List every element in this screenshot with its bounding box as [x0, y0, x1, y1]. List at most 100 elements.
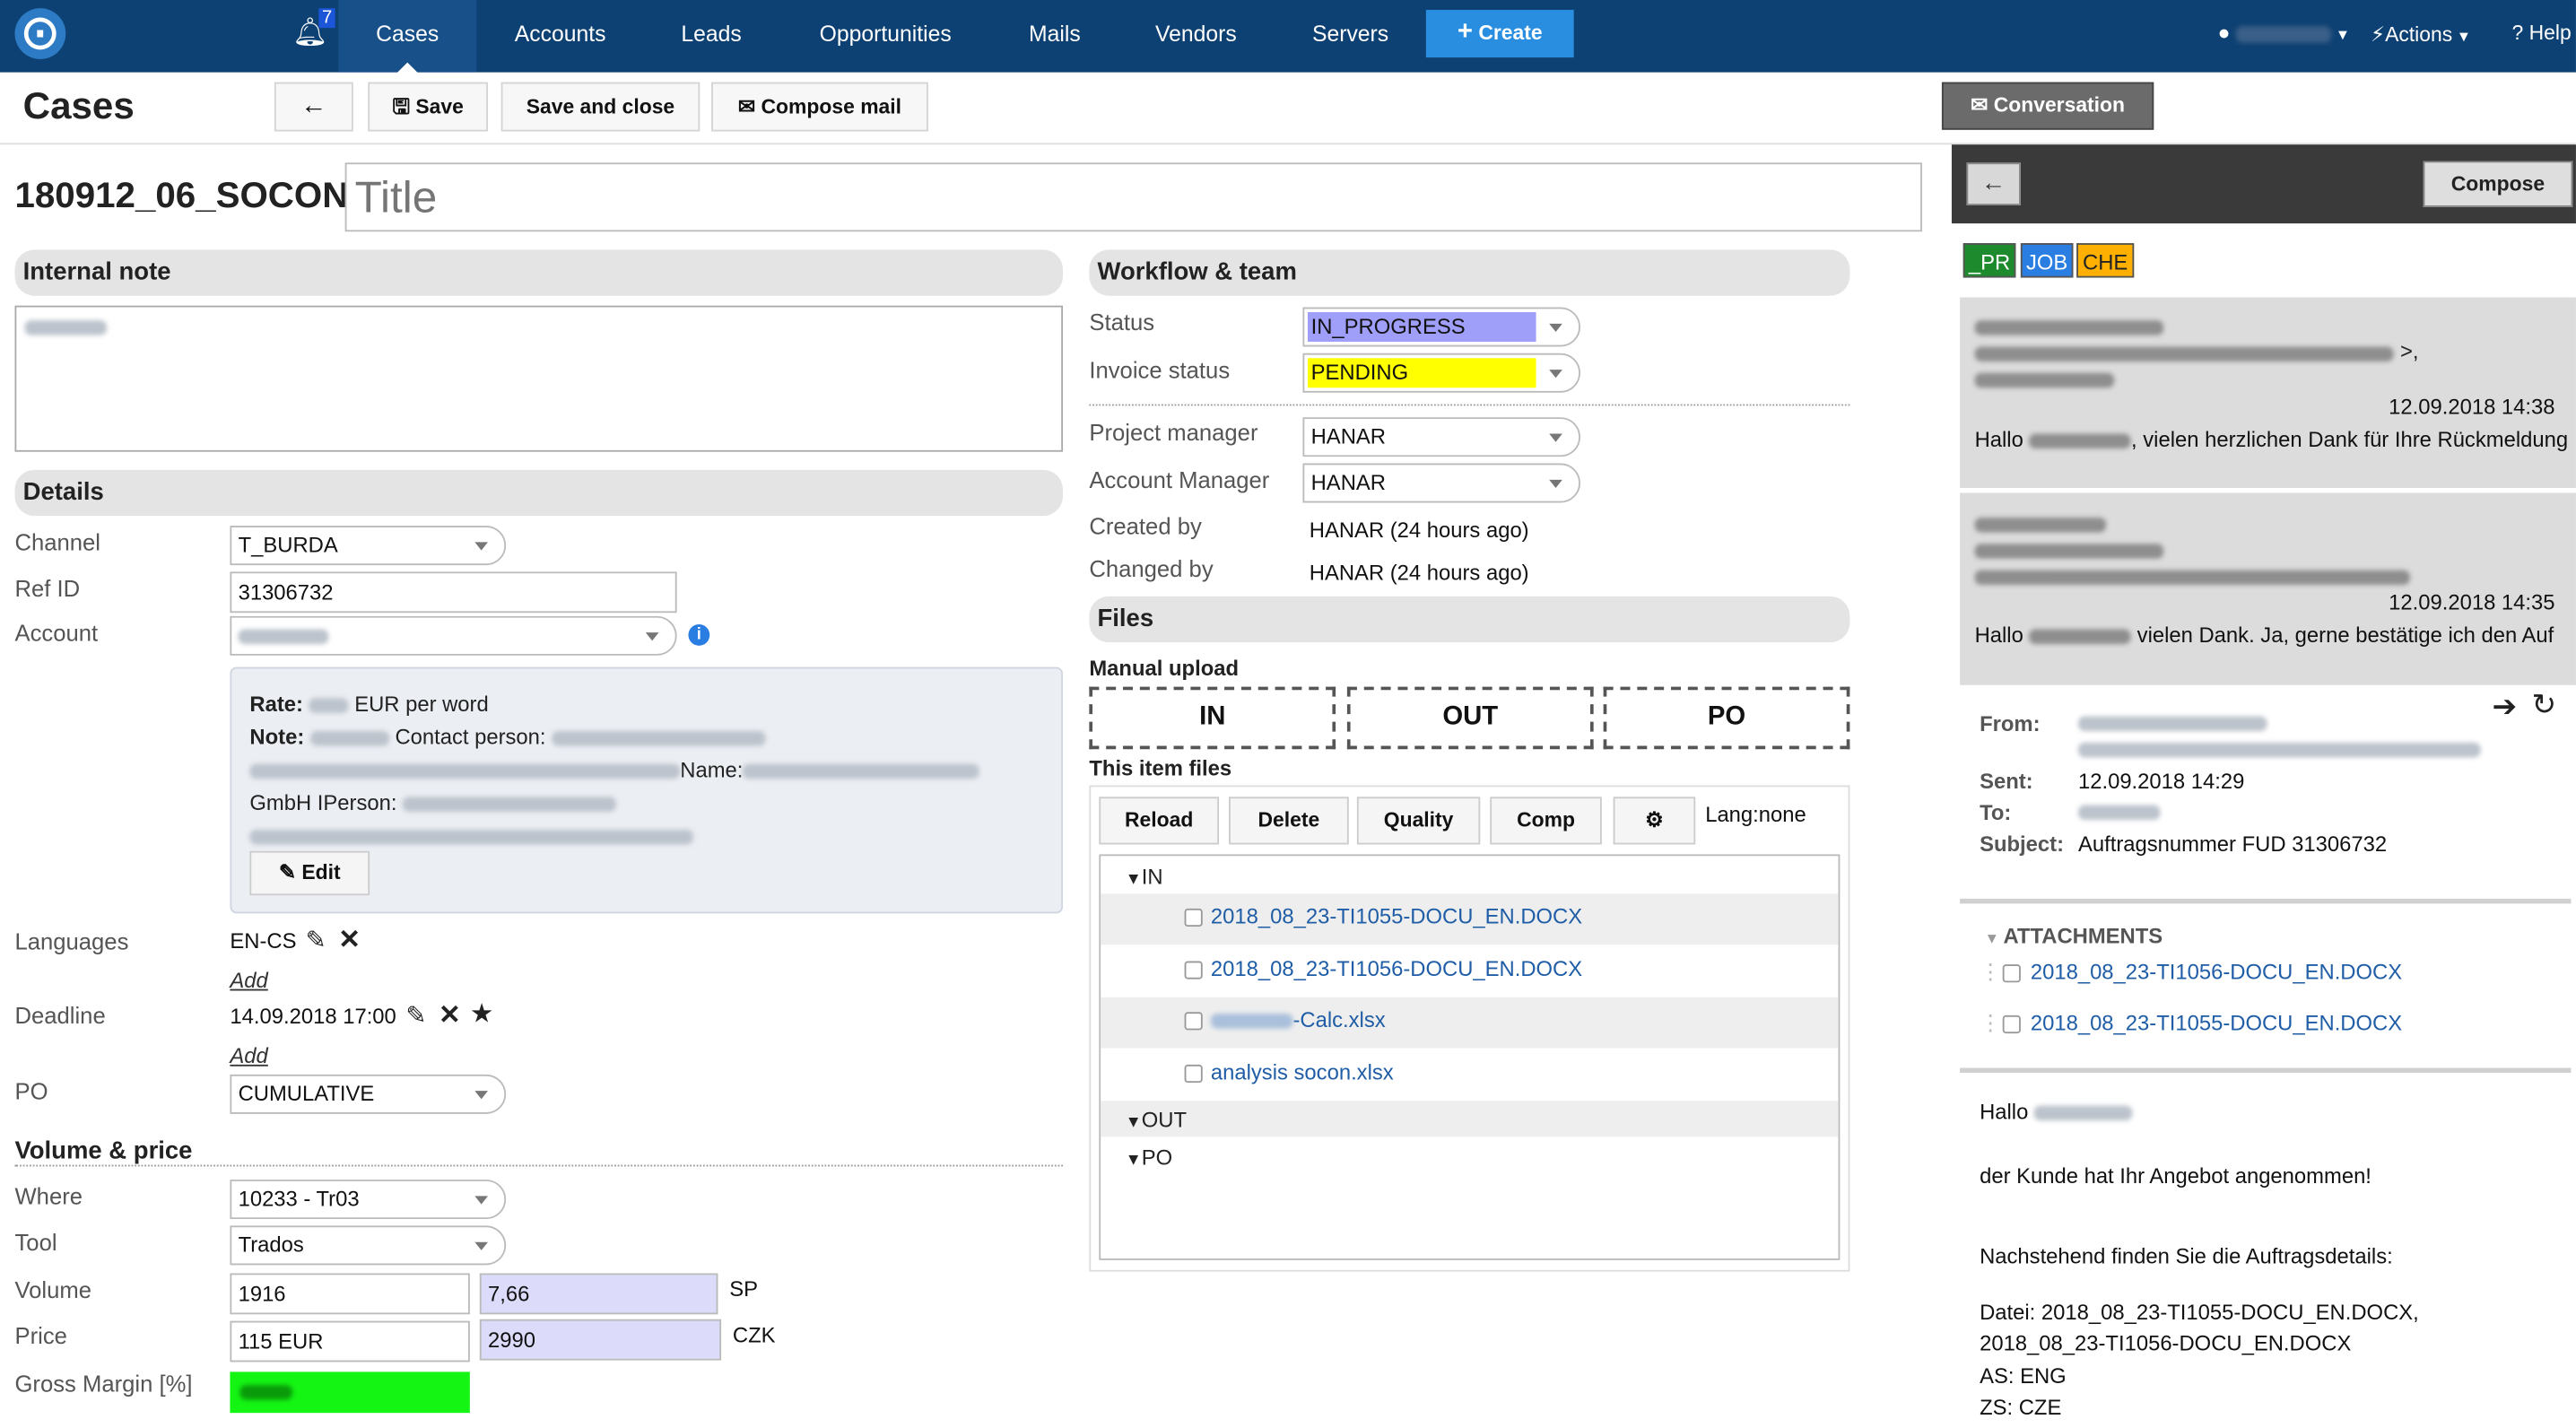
refresh-icon[interactable]: ↻: [2531, 688, 2556, 722]
tool-value: Trados: [238, 1232, 304, 1258]
folder-out-row[interactable]: ▼OUT: [1101, 1101, 1839, 1137]
comp-button[interactable]: Comp: [1490, 797, 1602, 845]
nav-vendors[interactable]: Vendors: [1136, 0, 1255, 73]
save-button[interactable]: 🖫︎ Save: [368, 82, 488, 132]
internal-note-textarea[interactable]: [14, 305, 1064, 452]
nav-opportunities[interactable]: Opportunities: [795, 0, 975, 73]
file-link[interactable]: 2018_08_23-TI1056-DOCU_EN.DOCX: [1211, 956, 1582, 980]
app-logo-icon[interactable]: ⨀: [14, 8, 66, 59]
tag-pr[interactable]: _PR: [1962, 243, 2016, 278]
attachment-link[interactable]: 2018_08_23-TI1055-DOCU_EN.DOCX: [2031, 1010, 2402, 1034]
price-input[interactable]: 115 EUR: [230, 1320, 470, 1363]
sent-value: 12.09.2018 14:29: [2077, 769, 2245, 794]
name-label: Name:: [680, 757, 744, 782]
close-icon[interactable]: ✕: [338, 923, 361, 956]
forward-icon[interactable]: ➔: [2493, 690, 2518, 724]
compose-button[interactable]: Compose: [2423, 161, 2573, 207]
po-select[interactable]: CUMULATIVE: [230, 1074, 507, 1114]
conversation-button[interactable]: ✉︎ Conversation: [1941, 82, 2154, 130]
file-checkbox[interactable]: [1184, 961, 1203, 980]
file-checkbox[interactable]: [1184, 1012, 1203, 1031]
save-close-button[interactable]: Save and close: [500, 82, 701, 132]
tag-job[interactable]: JOB: [2020, 243, 2074, 278]
pencil-icon[interactable]: ✎: [306, 925, 326, 954]
nav-mails[interactable]: Mails: [1005, 0, 1104, 73]
notification-count: 7: [318, 8, 335, 29]
subject-value: Auftragsnummer FUD 31306732: [2077, 831, 2388, 857]
add-language-link[interactable]: Add: [230, 968, 267, 992]
file-row[interactable]: -Calc.xlsx: [1101, 997, 1839, 1049]
channel-select[interactable]: T_BURDA: [230, 526, 507, 566]
upload-po-dropzone[interactable]: PO: [1603, 686, 1850, 750]
folder-po[interactable]: ▼PO: [1126, 1145, 1173, 1170]
redacted-text: [1974, 544, 2164, 559]
nav-cases[interactable]: Cases: [338, 0, 477, 73]
project-manager-value: HANAR: [1310, 423, 1386, 449]
quality-button[interactable]: Quality: [1356, 797, 1481, 845]
volume-input[interactable]: 1916: [230, 1273, 470, 1315]
title-input[interactable]: [344, 162, 1922, 232]
where-select[interactable]: 10233 - Tr03: [230, 1180, 507, 1220]
upload-out-dropzone[interactable]: OUT: [1346, 686, 1594, 750]
account-manager-select[interactable]: HANAR: [1302, 463, 1580, 503]
file-row[interactable]: analysis socon.xlsx: [1101, 1049, 1838, 1101]
file-link[interactable]: -Calc.xlsx: [1210, 1007, 1386, 1032]
back-button[interactable]: ←: [1966, 162, 2021, 205]
deadline-value: 14.09.2018 17:00: [230, 1004, 396, 1029]
status-select[interactable]: IN_PROGRESS: [1302, 307, 1580, 347]
caret-down-icon: ▼: [2452, 28, 2472, 45]
file-checkbox[interactable]: [1184, 908, 1203, 927]
close-icon[interactable]: ✕: [439, 999, 461, 1032]
help-menu[interactable]: ? Help: [2512, 22, 2572, 45]
reload-button[interactable]: Reload: [1099, 797, 1220, 845]
nav-servers[interactable]: Servers: [1288, 0, 1413, 73]
gears-icon: ⚙: [1645, 808, 1664, 832]
folder-out: ▼OUT: [1126, 1107, 1187, 1131]
account-select[interactable]: [230, 615, 677, 656]
file-link[interactable]: analysis socon.xlsx: [1211, 1059, 1394, 1084]
message-item[interactable]: 12.09.2018 14:35 Hallo vielen Dank. Ja, …: [1960, 492, 2576, 685]
compose-mail-button[interactable]: ✉︎ Compose mail: [711, 82, 928, 132]
attachments-header[interactable]: ▼ ATTACHMENTS: [1985, 923, 2163, 947]
drag-handle-icon[interactable]: ⋮: [1980, 1010, 2001, 1036]
file-row[interactable]: 2018_08_23-TI1055-DOCU_EN.DOCX: [1101, 893, 1839, 945]
back-button[interactable]: ←: [274, 82, 353, 132]
star-icon[interactable]: ★: [470, 997, 493, 1031]
plus-icon: +: [1457, 18, 1473, 47]
tag-che[interactable]: CHE: [2076, 243, 2135, 278]
settings-button[interactable]: ⚙: [1613, 797, 1696, 845]
nav-leads[interactable]: Leads: [657, 0, 766, 73]
attachment-link[interactable]: 2018_08_23-TI1056-DOCU_EN.DOCX: [2031, 960, 2402, 984]
tool-select[interactable]: Trados: [230, 1225, 507, 1266]
add-deadline-link[interactable]: Add: [230, 1043, 267, 1067]
info-icon[interactable]: i: [688, 624, 710, 646]
nav-accounts[interactable]: Accounts: [486, 0, 634, 73]
create-button[interactable]: + Create: [1425, 9, 1574, 58]
project-manager-label: Project manager: [1089, 419, 1258, 446]
file-checkbox[interactable]: [1184, 1064, 1203, 1084]
project-manager-select[interactable]: HANAR: [1302, 417, 1580, 457]
chevron-down-icon: [1549, 370, 1562, 379]
message-text: , vielen herzlichen Dank für Ihre Rückme…: [2131, 427, 2569, 452]
file-link[interactable]: 2018_08_23-TI1055-DOCU_EN.DOCX: [1211, 903, 1582, 927]
edit-button[interactable]: ✎ Edit: [249, 850, 370, 896]
deadline-label: Deadline: [14, 1002, 106, 1029]
redacted-text: [743, 763, 980, 779]
attachment-checkbox[interactable]: [2002, 1014, 2021, 1034]
folder-in[interactable]: ▼IN: [1126, 864, 1163, 888]
user-menu[interactable]: ● ▼: [2218, 22, 2350, 45]
internal-note-header: Internal note: [14, 249, 1064, 296]
upload-in-dropzone[interactable]: IN: [1089, 686, 1336, 750]
pencil-icon[interactable]: ✎: [405, 1000, 426, 1030]
delete-button[interactable]: Delete: [1229, 797, 1349, 845]
where-label: Where: [14, 1182, 83, 1210]
file-row[interactable]: 2018_08_23-TI1056-DOCU_EN.DOCX: [1101, 946, 1838, 997]
invoice-status-select[interactable]: PENDING: [1302, 353, 1580, 393]
gross-margin-field: [230, 1371, 470, 1414]
attachment-checkbox[interactable]: [2002, 964, 2021, 983]
actions-menu[interactable]: ⚡︎Actions ▼: [2371, 22, 2472, 47]
email-line: Name:: [249, 757, 1054, 782]
drag-handle-icon[interactable]: ⋮: [1980, 960, 2001, 986]
refid-input[interactable]: 31306732: [230, 571, 677, 614]
message-item[interactable]: >, 12.09.2018 14:38 Hallo , vielen herzl…: [1960, 297, 2576, 488]
